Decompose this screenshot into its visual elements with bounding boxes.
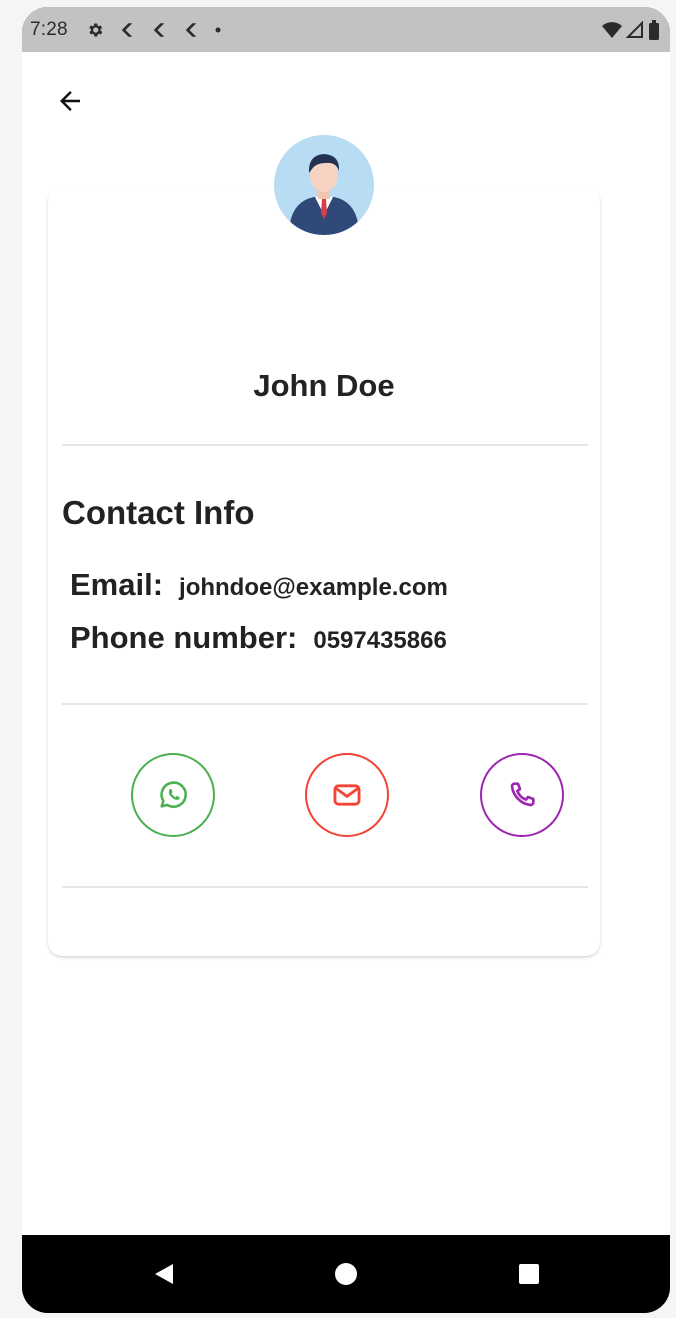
nav-back-icon (155, 1264, 173, 1284)
system-nav-bar (22, 1235, 670, 1313)
gear-icon (89, 22, 103, 37)
whatsapp-button[interactable] (131, 753, 215, 837)
nav-back-button[interactable] (119, 1235, 209, 1313)
nav-recents-icon (519, 1264, 539, 1284)
battery-icon (649, 19, 659, 40)
flutter-icon (153, 22, 165, 37)
arrow-left-icon (60, 91, 80, 111)
back-button[interactable] (52, 83, 88, 119)
email-button[interactable] (305, 753, 389, 837)
contact-info-title: Contact Info (62, 494, 255, 531)
email-value: johndoe@example.com (179, 574, 448, 601)
signal-icon (626, 20, 643, 38)
phone-value: 0597435866 (313, 627, 447, 654)
status-system-icons (602, 19, 660, 40)
flutter-icon (121, 22, 133, 37)
flutter-icon (185, 22, 197, 37)
phone-row: Phone number: 0597435866 (70, 620, 447, 656)
mail-icon (333, 784, 361, 806)
avatar (274, 135, 374, 235)
phone-icon (510, 782, 535, 807)
divider (62, 886, 588, 888)
email-row: Email: johndoe@example.com (70, 567, 448, 603)
divider (62, 703, 588, 705)
whatsapp-icon (160, 781, 187, 808)
dot-icon (215, 27, 221, 32)
profile-name: John Doe (253, 368, 395, 403)
divider (62, 444, 588, 446)
phone-label: Phone number: (70, 620, 298, 655)
nav-home-button[interactable] (301, 1235, 391, 1313)
status-bar: 7:28 (22, 7, 670, 52)
email-label: Email: (70, 567, 164, 602)
nav-recents-button[interactable] (484, 1235, 574, 1313)
wifi-icon (602, 21, 622, 38)
call-button[interactable] (480, 753, 564, 837)
status-notification-icons (86, 21, 222, 39)
nav-home-icon (335, 1263, 357, 1285)
status-time: 7:28 (30, 18, 68, 40)
businessman-avatar-icon (274, 135, 374, 235)
